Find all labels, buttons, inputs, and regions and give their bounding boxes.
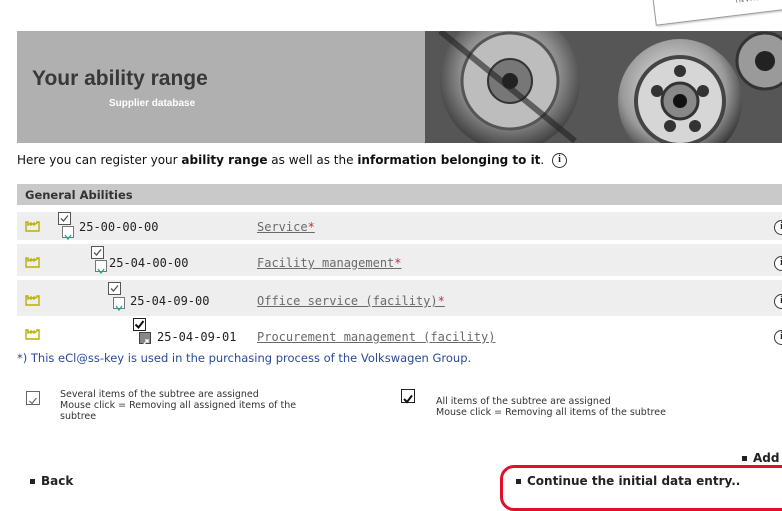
continue-link[interactable]: Continue the initial data entry.. [516,474,740,488]
add-link[interactable]: Add [742,451,779,465]
assigned-leaf-icon [139,332,151,347]
engine-photo [425,31,782,143]
info-icon[interactable]: i [774,294,782,309]
back-link[interactable]: Back [30,474,73,488]
legend-partial-check-icon [26,391,40,405]
table-row: 25-00-00-00 Service* i [17,212,782,241]
banner-title: Your ability range [32,67,208,90]
legend-partial-text: Several items of the subtree are assigne… [60,389,297,422]
ability-code: 25-04-00-00 [109,256,189,270]
info-icon[interactable]: i [774,256,782,271]
check-partial-icon[interactable] [58,212,71,225]
ability-link-service[interactable]: Service* [257,220,315,234]
factory-icon[interactable] [25,256,42,268]
table-row: 25-04-09-00 Office service (facility)* i [17,280,782,316]
factory-icon[interactable] [25,328,42,340]
info-icon[interactable]: i [552,153,568,168]
intro-text: Here you can register your ability range… [17,153,568,168]
ability-code: 25-04-09-01 [157,330,237,344]
check-full-icon[interactable] [133,318,146,331]
highlight-frame [500,465,782,511]
info-icon[interactable]: i [774,330,782,345]
subtree-marker-icon [95,260,107,275]
table-row: 25-04-09-01 Procurement management (faci… [17,318,782,351]
header-banner: Your ability range Supplier database [17,31,782,143]
info-icon[interactable]: i [774,220,782,235]
table-row: 25-04-00-00 Facility management* i [17,244,782,276]
bullet-square-icon [516,479,521,484]
factory-icon[interactable] [25,294,42,306]
ability-link-facility-management[interactable]: Facility management* [257,256,402,270]
footnote: *) This eCl@ss-key is used in the purcha… [17,351,472,365]
subtree-marker-icon [62,226,74,241]
factory-icon[interactable] [25,220,42,232]
bullet-square-icon [742,456,747,461]
ability-code: 25-00-00-00 [79,220,159,234]
subtree-marker-icon [113,297,125,312]
banner-subtitle: Supplier database [109,98,196,109]
section-header: General Abilities [17,184,782,205]
section-title: General Abilities [25,188,133,202]
legend-full-text: All items of the subtree are assigned Mo… [436,396,666,418]
ability-code: 25-04-09-00 [130,294,210,308]
ability-link-office-service[interactable]: Office service (facility)* [257,294,445,308]
check-partial-icon[interactable] [108,282,121,295]
ability-link-procurement-management[interactable]: Procurement management (facility) [257,330,495,344]
check-partial-icon[interactable] [91,246,104,259]
bullet-square-icon [30,479,35,484]
paper-note-corner: INVALID [652,0,782,26]
legend-full-check-icon [401,389,415,404]
